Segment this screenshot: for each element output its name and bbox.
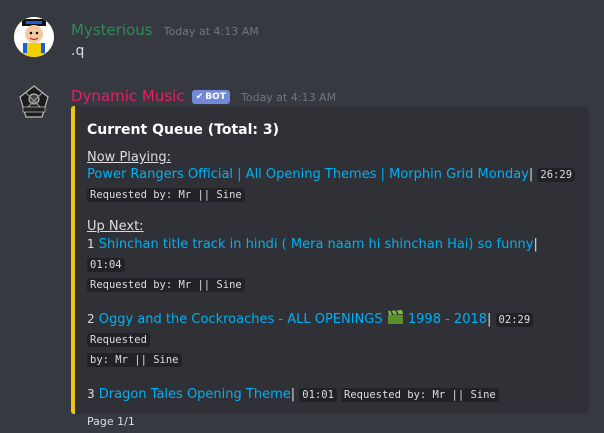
requested-by: Requested by: Mr || Sine: [87, 278, 245, 292]
queue-item: 1 Shinchan title track in hindi ( Mera n…: [87, 234, 577, 295]
requested-by-cont: by: Mr || Sine: [87, 353, 182, 367]
queue-number: 2: [87, 312, 95, 326]
message-header: Dynamic Music ✔ BOT Today at 4:13 AM: [71, 86, 336, 105]
bot-username[interactable]: Dynamic Music: [71, 87, 185, 105]
check-icon: ✔: [195, 92, 204, 102]
track-duration: 01:04: [87, 258, 125, 272]
now-playing-entry: Power Rangers Official | All Opening The…: [87, 165, 577, 205]
track-duration: 02:29: [495, 313, 534, 327]
embed-title: Current Queue (Total: 3): [87, 122, 280, 138]
bot-tag: ✔ BOT: [191, 90, 230, 104]
embed-footer: Page 1/1: [87, 415, 135, 428]
user-avatar[interactable]: [14, 17, 54, 57]
clapper-board-icon: [387, 310, 403, 324]
now-playing-link[interactable]: Power Rangers Official | All Opening The…: [87, 167, 529, 182]
requested-by: Requested by: Mr || Sine: [341, 388, 499, 402]
track-title-part: 1998 - 2018: [407, 312, 488, 327]
track-duration: 26:29: [537, 168, 576, 182]
requested-by: Requested: [87, 333, 150, 347]
track-duration: 01:01: [299, 388, 337, 402]
message-text: .q: [71, 43, 85, 59]
bot-tag-label: BOT: [205, 92, 226, 102]
separator: |: [290, 387, 296, 402]
bot-avatar[interactable]: [14, 83, 54, 123]
queue-number: 1: [87, 237, 95, 251]
bot-logo-icon: [14, 83, 54, 123]
queue-item: 3 Dragon Tales Opening Theme| 01:01 Requ…: [87, 384, 577, 405]
message-header: Mysterious Today at 4:13 AM: [71, 20, 259, 39]
queue-item: 2 Oggy and the Cockroaches - ALL OPENING…: [87, 309, 577, 370]
avatar-cartoon-icon: [14, 17, 54, 57]
queue-number: 3: [87, 387, 95, 401]
queue-track-link[interactable]: Dragon Tales Opening Theme: [99, 387, 291, 402]
timestamp: Today at 4:13 AM: [241, 91, 337, 104]
queue-track-link[interactable]: Oggy and the Cockroaches - ALL OPENINGS …: [98, 310, 488, 327]
queue-embed: Current Queue (Total: 3) Now Playing: Po…: [71, 106, 589, 428]
username[interactable]: Mysterious: [71, 21, 153, 39]
requested-by: Requested by: Mr || Sine: [87, 188, 245, 202]
now-playing-label: Now Playing:: [87, 150, 172, 165]
queue-track-link[interactable]: Shinchan title track in hindi ( Mera naa…: [99, 237, 534, 252]
up-next-label: Up Next:: [87, 219, 144, 234]
message-1: Mysterious Today at 4:13 AM .q: [0, 0, 604, 70]
separator: |: [533, 237, 538, 252]
separator: |: [528, 167, 534, 182]
track-title-part: Oggy and the Cockroaches - ALL OPENINGS: [98, 312, 383, 327]
separator: |: [487, 312, 492, 327]
timestamp: Today at 4:13 AM: [163, 25, 259, 38]
